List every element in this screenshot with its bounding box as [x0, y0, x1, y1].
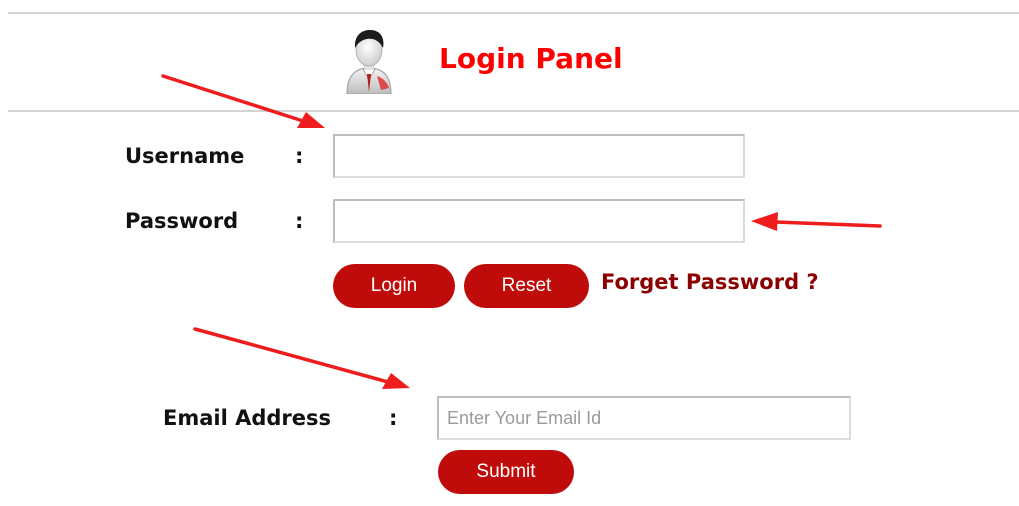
forget-password-link[interactable]: Forget Password ?	[601, 270, 819, 294]
arrow-to-username-icon	[161, 74, 325, 128]
password-row: Password :	[125, 199, 745, 243]
email-input[interactable]	[437, 396, 851, 440]
login-button[interactable]: Login	[333, 264, 455, 308]
arrow-to-password-icon	[751, 212, 882, 231]
arrow-to-email-icon	[193, 327, 410, 389]
username-input[interactable]	[333, 134, 745, 178]
password-input[interactable]	[333, 199, 745, 243]
email-label: Email Address	[163, 406, 332, 430]
top-divider	[8, 12, 1019, 14]
login-page: Login Panel Username : Password : Login …	[0, 0, 1019, 506]
header-divider	[8, 110, 1019, 112]
reset-button[interactable]: Reset	[464, 264, 589, 308]
page-title: Login Panel	[439, 41, 623, 75]
username-label: Username	[125, 144, 245, 168]
email-colon: :	[389, 406, 398, 430]
password-label: Password	[125, 209, 239, 233]
login-panel-header: Login Panel	[343, 26, 623, 96]
submit-button[interactable]: Submit	[438, 450, 574, 494]
username-colon: :	[295, 144, 304, 168]
password-colon: :	[295, 209, 304, 233]
username-row: Username :	[125, 134, 745, 178]
user-avatar-icon	[346, 30, 392, 94]
email-row: Email Address :	[163, 396, 851, 440]
